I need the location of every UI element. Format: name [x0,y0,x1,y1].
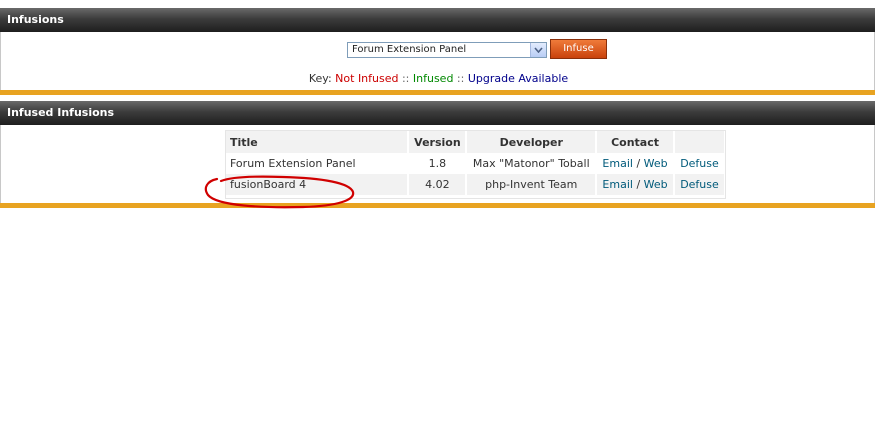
infusion-title: Forum Extension Panel [226,153,410,174]
panel-divider [0,203,875,208]
column-header-title: Title [226,131,410,153]
infusion-developer: php-Invent Team [466,174,598,195]
infusions-panel-body: Forum Extension Panel Infuse Key: Not In… [0,32,875,90]
table-header-row: Title Version Developer Contact [226,131,727,153]
infusion-contact: Email / Web [596,153,675,174]
column-header-contact: Contact [596,131,675,153]
email-link[interactable]: Email [602,157,633,170]
infusions-panel-title: Infusions [7,13,64,26]
contact-separator: / [636,157,641,170]
infuse-button[interactable]: Infuse [550,39,607,59]
infused-panel-header: Infused Infusions [0,101,875,125]
column-header-version: Version [408,131,468,153]
infusion-version: 4.02 [408,174,468,195]
column-header-actions [673,131,727,153]
key-separator: :: [453,72,468,85]
infusion-select-value: Forum Extension Panel [352,44,467,55]
infusion-action: Defuse [673,153,727,174]
email-link[interactable]: Email [602,178,633,191]
key-separator: :: [398,72,413,85]
chevron-down-icon[interactable] [530,43,546,57]
table-row: Forum Extension Panel 1.8 Max "Matonor" … [226,153,727,174]
infusion-select[interactable]: Forum Extension Panel [347,42,547,58]
panel-divider [0,90,875,95]
infusions-table: Title Version Developer Contact Forum Ex… [226,131,727,195]
web-link[interactable]: Web [644,157,668,170]
infusion-title: fusionBoard 4 [226,174,410,195]
defuse-link[interactable]: Defuse [680,178,719,191]
status-key: Key: Not Infused :: Infused :: Upgrade A… [1,72,875,85]
infused-panel-title: Infused Infusions [7,106,115,119]
key-prefix: Key: [308,72,336,85]
key-upgrade-available: Upgrade Available [467,72,569,85]
key-not-infused: Not Infused [335,72,399,85]
contact-separator: / [636,178,641,191]
key-infused: Infused [412,72,454,85]
infusion-contact: Email / Web [596,174,675,195]
defuse-link[interactable]: Defuse [680,157,719,170]
infusions-panel-header: Infusions [0,8,875,32]
table-row: fusionBoard 4 4.02 php-Invent Team Email… [226,174,727,195]
infusion-developer: Max "Matonor" Toball [466,153,598,174]
web-link[interactable]: Web [644,178,668,191]
infusion-action: Defuse [673,174,727,195]
infusion-version: 1.8 [408,153,468,174]
column-header-developer: Developer [466,131,598,153]
